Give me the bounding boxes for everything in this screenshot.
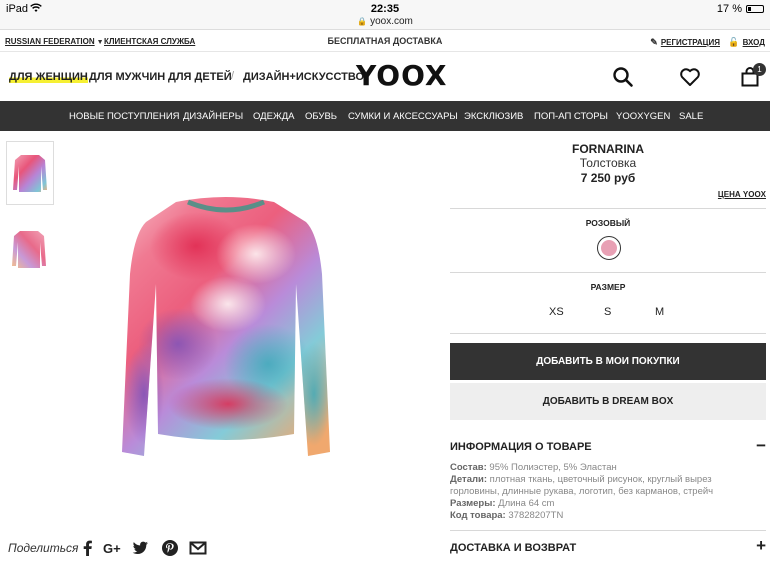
nav-exclusive[interactable]: ЭКСКЛЮЗИВ xyxy=(464,111,523,122)
search-icon[interactable] xyxy=(612,66,634,88)
details-line: Детали: плотная ткань, цветочный рисунок… xyxy=(450,474,768,486)
email-icon[interactable] xyxy=(189,539,207,557)
size-option-s[interactable]: S xyxy=(604,306,611,318)
product-code-line: Код товара: 37828207TN xyxy=(450,510,768,522)
composition-value: 95% Полиэстер, 5% Эластан xyxy=(489,462,617,473)
product-thumbnail-1[interactable] xyxy=(6,141,54,205)
nav-new-arrivals[interactable]: НОВЫЕ ПОСТУПЛЕНИЯ xyxy=(69,111,180,122)
lock-icon: 🔓 xyxy=(728,37,740,47)
category-men[interactable]: ДЛЯ МУЖЧИН xyxy=(89,71,165,83)
details-line-2: горловины, длинные рукава, логотип, без … xyxy=(450,486,714,497)
lock-icon: 🔒 xyxy=(357,17,368,26)
divider xyxy=(450,272,766,273)
composition-label: Состав: xyxy=(450,462,487,473)
add-to-dreambox-button[interactable]: ДОБАВИТЬ В DREAM BOX xyxy=(450,383,766,420)
register-label[interactable]: РЕГИСТРАЦИЯ xyxy=(661,38,720,47)
product-brand[interactable]: FORNARINA xyxy=(450,142,766,156)
yoox-price-link[interactable]: ЦЕНА YOOX xyxy=(718,190,766,199)
yoox-logo[interactable]: YOOX xyxy=(356,59,447,92)
nav-popup-stores[interactable]: ПОП-АП СТОРЫ xyxy=(534,111,608,122)
nav-shoes[interactable]: ОБУВЬ xyxy=(305,111,337,122)
battery-icon xyxy=(746,5,764,13)
login-label[interactable]: ВХОД xyxy=(743,38,765,47)
category-design-art[interactable]: ДИЗАЙН+ИСКУССТВО xyxy=(243,71,364,83)
main-nav: НОВЫЕ ПОСТУПЛЕНИЯ ДИЗАЙНЕРЫ ОДЕЖДА ОБУВЬ… xyxy=(0,101,770,131)
composition-line: Состав: 95% Полиэстер, 5% Эластан xyxy=(450,462,768,474)
sizes-line: Размеры: Длина 64 cm xyxy=(450,498,768,510)
bag-count-badge: 1 xyxy=(753,63,766,76)
address-bar[interactable]: 🔒 yoox.com xyxy=(0,16,770,27)
heart-icon[interactable] xyxy=(679,66,701,88)
pencil-icon: ✎ xyxy=(650,37,658,47)
nav-sale[interactable]: SALE xyxy=(679,111,703,122)
sizes-label: Размеры: xyxy=(450,498,496,509)
facebook-icon[interactable] xyxy=(79,539,97,557)
login-link[interactable]: 🔓 ВХОД xyxy=(728,37,765,48)
details-label: Детали: xyxy=(450,474,488,485)
divider xyxy=(450,333,766,334)
size-label: РАЗМЕР xyxy=(590,282,626,292)
nav-designers[interactable]: ДИЗАЙНЕРЫ xyxy=(183,111,243,122)
category-kids[interactable]: ДЛЯ ДЕТЕЙ xyxy=(168,71,232,83)
nav-clothing[interactable]: ОДЕЖДА xyxy=(253,111,295,122)
pinterest-icon[interactable] xyxy=(161,539,179,557)
product-code-value: 37828207TN xyxy=(508,510,564,521)
nav-yooxygen[interactable]: YOOXYGEN xyxy=(616,111,670,122)
register-link[interactable]: ✎ РЕГИСТРАЦИЯ xyxy=(650,37,720,48)
collapse-icon[interactable]: − xyxy=(756,436,766,456)
product-info-header[interactable]: ИНФОРМАЦИЯ О ТОВАРЕ xyxy=(450,441,592,453)
product-type: Толстовка xyxy=(579,156,637,170)
utility-bar: RUSSIAN FEDERATION ▼ КЛИЕНТСКАЯ СЛУЖБА БЕ… xyxy=(0,30,770,52)
divider xyxy=(450,530,766,531)
details-value-1: плотная ткань, цветочный рисунок, круглы… xyxy=(489,474,712,485)
category-women[interactable]: ДЛЯ ЖЕНЩИН xyxy=(9,71,88,83)
clock: 22:35 xyxy=(370,3,400,15)
svg-text:G+: G+ xyxy=(103,541,121,556)
color-swatch-pink[interactable] xyxy=(597,236,621,260)
product-code-label: Код товара: xyxy=(450,510,506,521)
size-option-m[interactable]: M xyxy=(655,306,664,318)
product-thumbnail-2[interactable] xyxy=(6,218,54,282)
category-separator: / xyxy=(231,70,235,82)
site-header: ДЛЯ ЖЕНЩИН ДЛЯ МУЖЧИН ДЛЯ ДЕТЕЙ / ДИЗАЙН… xyxy=(0,53,770,101)
size-option-xs[interactable]: XS xyxy=(549,306,564,318)
expand-icon[interactable]: + xyxy=(756,536,766,556)
delivery-returns-header[interactable]: ДОСТАВКА И ВОЗВРАТ xyxy=(450,542,576,554)
url-text: yoox.com xyxy=(370,16,413,27)
nav-bags-accessories[interactable]: СУМКИ И АКСЕССУАРЫ xyxy=(348,111,458,122)
color-label: РОЗОВЫЙ xyxy=(585,218,631,228)
sizes-value: Длина 64 cm xyxy=(498,498,555,509)
twitter-icon[interactable] xyxy=(131,539,149,557)
status-bar: iPad 22:35 🔒 yoox.com 17 % xyxy=(0,0,770,30)
add-to-cart-button[interactable]: ДОБАВИТЬ В МОИ ПОКУПКИ xyxy=(450,343,766,380)
battery-percent: 17 % xyxy=(716,3,742,15)
share-label: Поделиться xyxy=(8,541,79,555)
product-main-image[interactable] xyxy=(118,194,334,462)
product-price: 7 250 руб xyxy=(580,171,636,185)
google-plus-icon[interactable]: G+ xyxy=(103,539,125,557)
divider xyxy=(450,208,766,209)
